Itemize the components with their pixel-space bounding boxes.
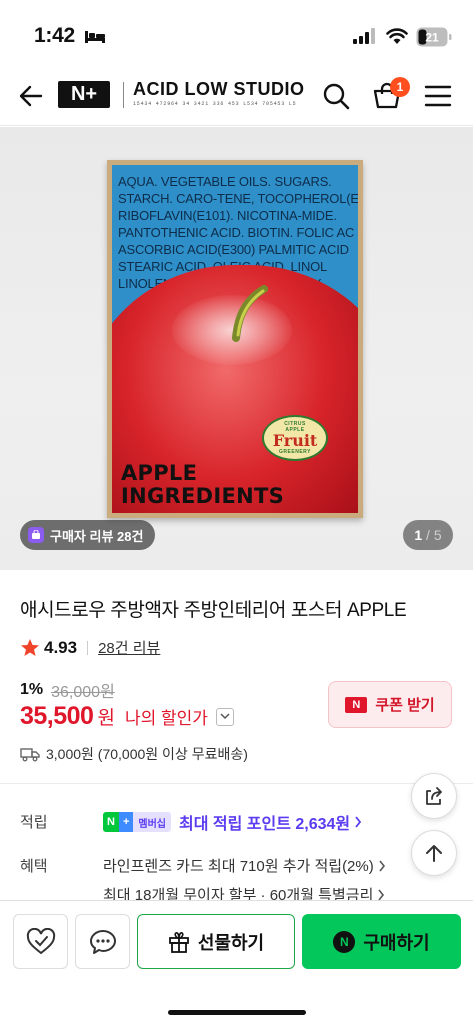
store-name[interactable]: ACID LOW STUDIO — [133, 79, 305, 100]
product-title: 애시드로우 주방액자 주방인테리어 포스터 APPLE — [20, 600, 407, 621]
rating-divider — [87, 640, 89, 655]
search-icon[interactable] — [322, 82, 350, 110]
price-row: 35,500 원 나의 할인가 — [20, 702, 234, 731]
talktalk-chat-button[interactable] — [75, 914, 130, 969]
chevron-right-icon — [379, 860, 385, 871]
sticker-bottom-text: GREENERY — [279, 449, 311, 455]
badge-plus: + — [118, 812, 134, 832]
shipping-info: 3,000원 (70,000원 이상 무료배송) — [20, 744, 248, 764]
buy-now-button[interactable]: N 구매하기 — [302, 914, 461, 969]
sticker-main-text: Fruit — [272, 431, 318, 450]
status-bar: 1:42 21 — [0, 0, 473, 70]
poster-artwork: AQUA. VEGETABLE OILS. SUGARS. STARCH. CA… — [112, 165, 358, 513]
section-divider — [0, 783, 473, 784]
card-benefit-text: 라인프렌즈 카드 최대 710원 추가 적립(2%) — [103, 858, 374, 875]
rating-score: 4.93 — [44, 637, 78, 657]
chevron-right-icon — [355, 816, 362, 828]
product-image-carousel[interactable]: AQUA. VEGETABLE OILS. SUGARS. STARCH. CA… — [0, 127, 473, 570]
rating-row: 4.93 28건 리뷰 — [20, 637, 160, 658]
buy-button-label: 구매하기 — [363, 932, 430, 953]
points-label: 적립 — [20, 814, 48, 831]
review-pill-label: 구매자 리뷰 28건 — [50, 528, 144, 544]
gift-button[interactable]: 선물하기 — [137, 914, 295, 969]
arrow-up-icon — [426, 845, 442, 862]
apple-stem — [232, 285, 268, 342]
badge-n: N — [103, 812, 119, 832]
card-benefit-row[interactable]: 라인프렌즈 카드 최대 710원 추가 적립(2%) — [103, 855, 386, 876]
points-row[interactable]: N + 멤버십 최대 적립 포인트 2,634원 — [103, 810, 362, 834]
status-time: 1:42 — [34, 24, 75, 47]
page-current: 1 — [414, 527, 423, 543]
brand-divider — [123, 82, 124, 108]
naver-n-logo-icon: N — [345, 696, 368, 713]
poster-frame: AQUA. VEGETABLE OILS. SUGARS. STARCH. CA… — [107, 160, 363, 518]
wifi-icon — [386, 28, 408, 44]
naver-pay-n-icon: N — [333, 930, 356, 953]
home-indicator[interactable] — [168, 1010, 306, 1015]
wishlist-button[interactable] — [13, 914, 68, 969]
benefits-label: 혜택 — [20, 858, 48, 875]
image-page-indicator: 1 / 5 — [403, 520, 453, 550]
store-name-subtext: 15434 472964 34 3421 336 453 L534 705453… — [133, 101, 297, 107]
cart-count-badge: 1 — [390, 77, 410, 97]
battery-level: 21 — [425, 31, 439, 45]
badge-membership: 멤버십 — [133, 812, 171, 832]
original-price: 36,000원 — [51, 684, 115, 701]
cellular-signal-icon — [353, 28, 375, 44]
battery-icon: 21 — [416, 27, 452, 47]
my-discount-label[interactable]: 나의 할인가 — [125, 704, 208, 729]
star-icon — [21, 638, 39, 656]
gift-icon — [168, 931, 189, 953]
page-total: / 5 — [426, 527, 442, 543]
coupon-button-label: 쿠폰 받기 — [375, 697, 435, 714]
delivery-truck-icon — [20, 748, 40, 762]
discount-row: 1% 36,000원 — [20, 678, 115, 702]
scroll-to-top-button[interactable] — [411, 830, 457, 876]
shipping-text: 3,000원 (70,000원 이상 무료배송) — [46, 746, 248, 762]
hamburger-menu-icon[interactable] — [424, 84, 452, 108]
naver-plus-membership-badge: N + 멤버십 — [103, 812, 171, 832]
sale-price: 35,500 — [20, 702, 94, 730]
share-icon — [426, 787, 442, 805]
review-bag-icon — [28, 527, 44, 543]
share-button[interactable] — [411, 773, 457, 819]
naver-plus-logo[interactable]: N+ — [58, 81, 110, 108]
poster-title: APPLE INGREDIENTS — [121, 461, 285, 508]
max-points-text: 최대 적립 포인트 2,634원 — [179, 816, 351, 833]
buyer-review-count-pill[interactable]: 구매자 리뷰 28건 — [20, 520, 156, 550]
gift-button-label: 선물하기 — [197, 932, 265, 953]
back-arrow-icon[interactable] — [18, 83, 44, 109]
review-count-link[interactable]: 28건 리뷰 — [98, 637, 160, 658]
fruit-sticker: CITRUS APPLE Fruit GREENERY — [262, 415, 328, 461]
get-coupon-button[interactable]: N 쿠폰 받기 — [328, 681, 452, 728]
chevron-right-icon — [378, 889, 385, 900]
price-unit: 원 — [97, 708, 115, 729]
bottom-action-bar: 선물하기 N 구매하기 — [0, 900, 473, 1024]
discount-rate: 1% — [20, 681, 44, 698]
heart-check-icon — [26, 927, 55, 954]
top-navigation-bar: N+ ACID LOW STUDIO 15434 472964 34 3421 … — [0, 70, 473, 126]
logo-text: N+ — [70, 83, 98, 105]
sleep-bed-icon — [85, 31, 105, 43]
chat-bubble-icon — [89, 929, 116, 954]
chevron-down-icon[interactable] — [215, 707, 234, 726]
